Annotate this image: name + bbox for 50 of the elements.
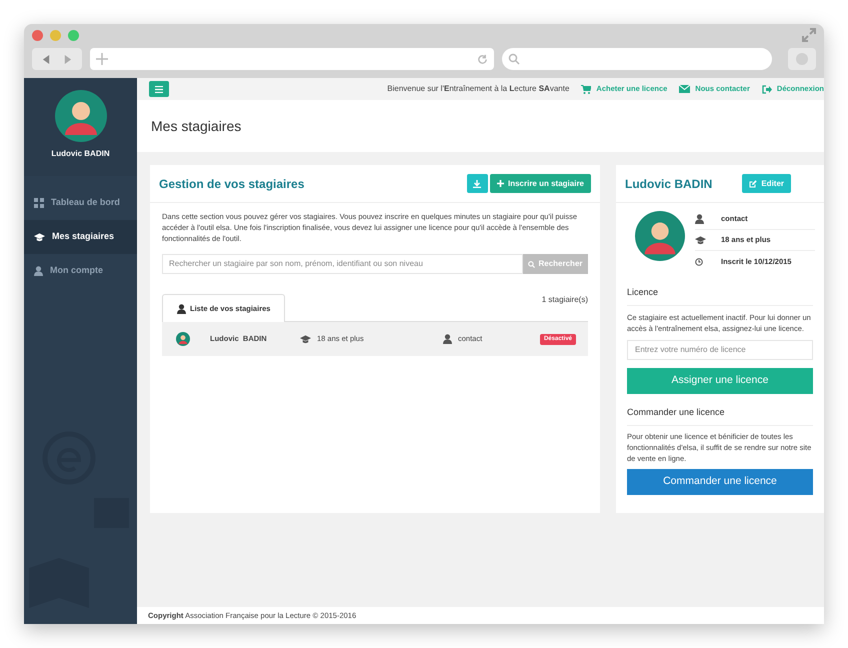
envelope-icon	[679, 85, 690, 93]
menu-button[interactable]	[149, 81, 169, 97]
order-licence-button[interactable]: Commander une licence	[627, 468, 813, 494]
download-button[interactable]	[466, 174, 488, 193]
user-name: Ludovic BADIN	[51, 148, 110, 160]
search-icon	[528, 260, 536, 268]
avatar-icon	[635, 211, 685, 261]
search-bar[interactable]	[502, 48, 772, 70]
back-icon[interactable]	[42, 54, 51, 64]
search-field[interactable]: Rechercher un stagiaire par son nom, prénom, identifiant ou son niveau	[162, 254, 523, 274]
section-title: Licence	[627, 286, 813, 306]
add-trainee-button[interactable]: Inscrire un stagiaire	[490, 174, 591, 193]
reload-icon[interactable]	[477, 54, 488, 64]
extension-button[interactable]	[788, 48, 816, 70]
edit-icon	[749, 180, 758, 188]
user-icon	[443, 334, 452, 344]
card-title: Gestion de vos stagiaires	[159, 176, 304, 192]
plus-icon[interactable]	[96, 53, 108, 65]
clock-icon	[695, 258, 703, 266]
edit-button[interactable]: Editer	[742, 174, 792, 193]
user-icon	[177, 304, 186, 314]
page-title: Mes stagiaires	[151, 116, 242, 136]
grid-icon	[34, 198, 44, 208]
graduation-cap-icon	[34, 232, 45, 242]
welcome-text: Bienvenue sur l'Entraînement à la Lecture SAvante	[387, 83, 570, 95]
sidebar-item[interactable]: Tableau de bord	[24, 186, 137, 220]
section-title: Commander une licence	[627, 406, 813, 426]
menu-icon	[155, 86, 163, 92]
sidebar-item[interactable]: Mes stagiaires	[24, 220, 137, 254]
graduation-cap-icon	[695, 236, 706, 244]
licence-field[interactable]: Entrez votre numéro de licence	[627, 340, 813, 360]
fullscreen-icon[interactable]	[802, 28, 816, 42]
avatar-icon	[176, 332, 190, 346]
profile-name: Ludovic BADIN	[625, 176, 712, 192]
address-bar[interactable]	[90, 48, 494, 70]
download-icon	[473, 180, 482, 188]
search-button[interactable]: Rechercher	[523, 254, 588, 274]
assign-licence-button[interactable]: Assigner une licence	[627, 368, 813, 394]
nav-buttons[interactable]	[32, 48, 82, 70]
user-icon	[34, 266, 43, 276]
cart-icon	[581, 84, 592, 94]
trainee-count: 1 stagiaire(s)	[542, 294, 588, 306]
forward-icon[interactable]	[63, 54, 72, 64]
user-icon	[695, 214, 704, 224]
sidebar-item[interactable]: Mon compte	[24, 254, 137, 288]
search-icon	[508, 53, 520, 65]
plus-icon	[496, 180, 504, 187]
graduation-cap-icon	[300, 334, 311, 344]
logout-icon	[762, 84, 772, 94]
avatar-icon	[54, 90, 106, 142]
